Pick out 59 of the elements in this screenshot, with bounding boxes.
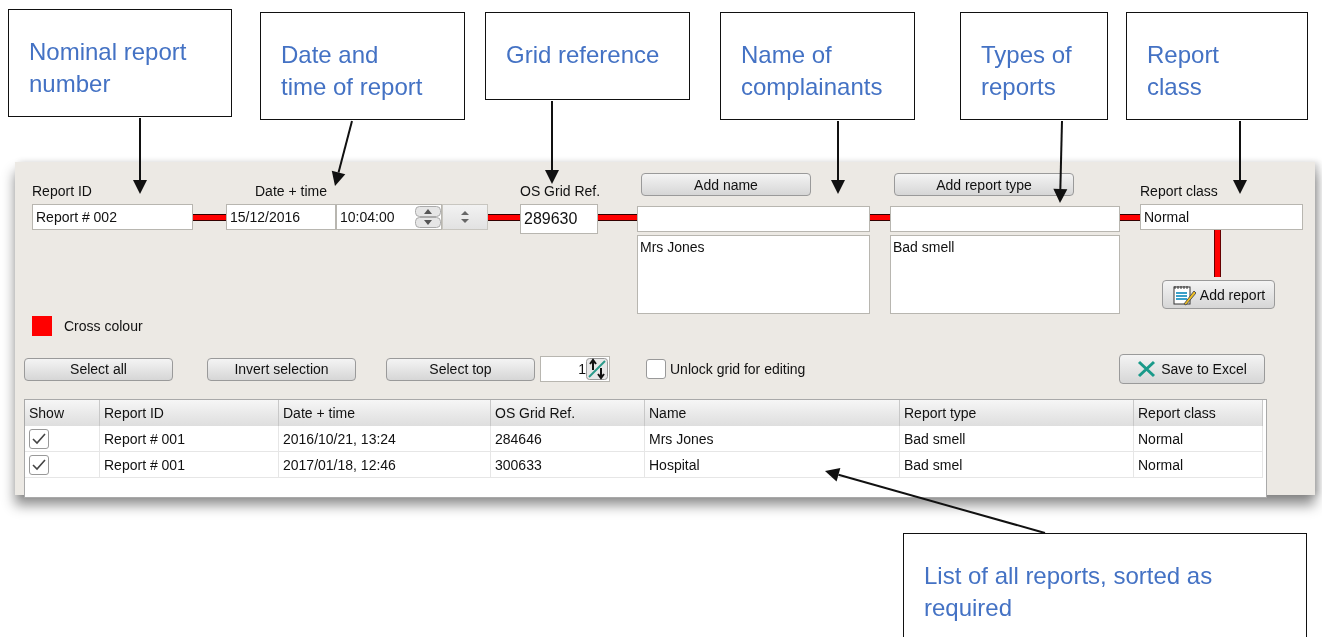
colour-swatch[interactable] [32, 316, 52, 336]
select-all-button[interactable]: Select all [24, 357, 173, 381]
field-label: OS Grid Ref. [520, 183, 601, 199]
column-header[interactable]: Name [645, 400, 900, 426]
table-cell: 2017/01/18, 12:46 [279, 452, 491, 478]
add-report-type-button[interactable]: Add report type [894, 173, 1074, 196]
callout-text: List of all reports, sorted as required [924, 561, 1213, 623]
callout-text: Types of reports [981, 40, 1072, 102]
top-count-field[interactable]: 1 [540, 356, 610, 382]
table-cell: Bad smell [900, 426, 1134, 452]
table-cell: Mrs Jones [645, 426, 900, 452]
table-cell: Report # 001 [100, 452, 279, 478]
add-report-button[interactable]: Add report [1162, 280, 1275, 309]
checkbox[interactable] [646, 359, 666, 379]
invert-selection-button[interactable]: Invert selection [207, 357, 356, 381]
checkbox[interactable] [29, 428, 49, 449]
table-cell: Normal [1134, 426, 1263, 452]
table-cell: Bad smel [900, 452, 1134, 478]
list-item[interactable]: Mrs Jones [640, 239, 867, 255]
up-down-icon [460, 210, 470, 224]
column-header[interactable]: OS Grid Ref. [491, 400, 645, 426]
callout-text: Name of complainants [741, 40, 883, 102]
list-item[interactable]: Bad smell [893, 239, 1117, 255]
grid-ref-field[interactable]: 289630 [520, 204, 598, 234]
table-cell: 300633 [491, 452, 645, 478]
table-cell: Normal [1134, 452, 1263, 478]
table-cell: Report # 001 [100, 426, 279, 452]
column-header[interactable]: Report type [900, 400, 1134, 426]
checkbox-label: Unlock grid for editing [670, 361, 806, 377]
field-label: Report class [1140, 183, 1218, 199]
select-top-button[interactable]: Select top [386, 357, 535, 381]
callout-text: Date and time of report [281, 40, 423, 102]
column-header[interactable]: Report ID [100, 400, 279, 426]
spin-arrows-icon[interactable] [586, 358, 608, 380]
column-header[interactable]: Date + time [279, 400, 491, 426]
field-label: Cross colour [64, 318, 143, 334]
field-label: Report ID [32, 183, 92, 199]
add-name-button[interactable]: Add name [641, 173, 811, 196]
name-field[interactable] [637, 206, 870, 232]
date-field[interactable]: 15/12/2016 [226, 204, 336, 230]
callout-text: Report class [1147, 40, 1220, 102]
spin-icon[interactable] [415, 206, 441, 228]
table-cell: 2016/10/21, 13:24 [279, 426, 491, 452]
table-cell: 284646 [491, 426, 645, 452]
report-type-field[interactable] [890, 206, 1120, 232]
excel-icon [1137, 360, 1158, 378]
report-type-list[interactable]: Bad smell [890, 235, 1120, 314]
checkbox[interactable] [29, 454, 49, 475]
report-id-field[interactable]: Report # 002 [32, 204, 193, 230]
field-label: Date + time [255, 183, 327, 199]
report-class-field[interactable]: Normal [1140, 204, 1303, 230]
time-field[interactable]: 10:04:00 [336, 204, 442, 230]
callout-text: Grid reference [506, 40, 660, 70]
callout-text: Nominal report number [29, 37, 187, 99]
name-list[interactable]: Mrs Jones [637, 235, 870, 314]
column-header[interactable]: Report class [1134, 400, 1263, 426]
save-to-excel-button[interactable]: Save to Excel [1119, 354, 1265, 384]
notepad-icon [1171, 283, 1196, 306]
column-header[interactable]: Show [25, 400, 100, 426]
